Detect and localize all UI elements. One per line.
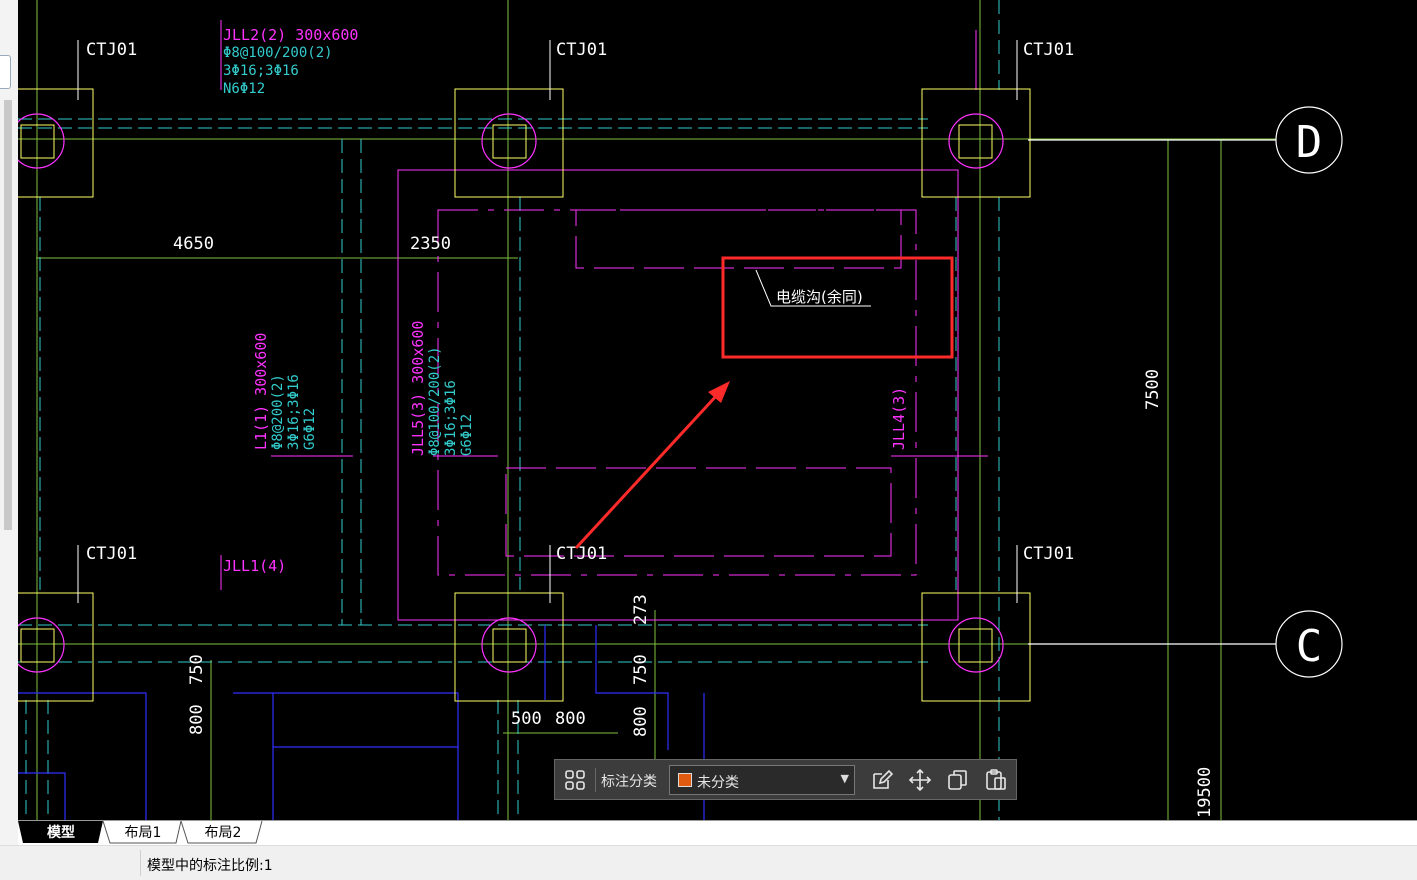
panel-collapse-handle[interactable] — [0, 55, 11, 89]
column-label: CTJ01 — [1023, 544, 1074, 564]
beam-note-jll5-stirrup: Φ8@100/200(2) — [427, 346, 443, 456]
copy-icon[interactable] — [944, 766, 972, 794]
left-panel-edge — [0, 0, 19, 845]
axis-label-c: C — [1296, 621, 1323, 672]
beam-note-l1: L1(1) 300x600 — [252, 333, 270, 450]
column-label: CTJ01 — [556, 544, 607, 564]
column-label: CTJ01 — [86, 544, 137, 564]
status-bar: 模型中的标注比例:1 — [0, 845, 1417, 880]
dimension-text: 2350 — [410, 234, 451, 254]
dimension-text: 19500 — [1195, 767, 1215, 818]
dimension-text: 7500 — [1143, 369, 1163, 410]
status-divider — [140, 850, 141, 876]
grid-icon[interactable] — [561, 766, 589, 794]
beam-note-jll2-side: N6Φ12 — [223, 81, 265, 97]
paste-icon[interactable] — [982, 766, 1010, 794]
beam-note-jll1: JLL1(4) — [223, 557, 286, 575]
beam-note-l1-rebar: 3Φ16;3Φ16 — [286, 374, 302, 450]
column-label: CTJ01 — [1023, 40, 1074, 60]
edit-icon[interactable] — [868, 766, 896, 794]
beam-note-jll2-rebar: 3Φ16;3Φ16 — [223, 63, 299, 79]
vertical-scrollbar[interactable] — [4, 100, 12, 530]
dimension-text: 4650 — [173, 234, 214, 254]
beam-note-l1-stirrup: Φ8@200(2) — [270, 374, 286, 450]
beam-note-l1-side: G6Φ12 — [302, 408, 318, 450]
dimension-text: 800 — [187, 704, 207, 735]
tab-layout1[interactable]: 布局1 — [110, 823, 176, 843]
beam-note-jll5: JLL5(3) 300x600 — [409, 321, 427, 456]
highlight-arrow-shaft — [574, 392, 720, 550]
dimension-text: 273 — [631, 594, 651, 625]
cable-trench-label: 电缆沟(余同) — [776, 288, 863, 306]
category-select[interactable]: 未分类 ▼ — [669, 765, 855, 795]
category-value: 未分类 — [697, 775, 739, 791]
magenta-beams — [220, 20, 988, 621]
dimension-text: 800 — [555, 709, 586, 729]
dimension-text: 500 — [511, 709, 542, 729]
cable-trench-note: 电缆沟(余同) — [755, 269, 871, 307]
beam-note-jll5-rebar: 3Φ16;3Φ16 — [443, 380, 459, 456]
dimension-text: 750 — [631, 654, 651, 685]
column-label: CTJ01 — [556, 40, 607, 60]
beam-note-jll4: JLL4(3) — [890, 387, 908, 450]
tab-model[interactable]: 模型 — [26, 823, 96, 843]
annotation-scale-text: 模型中的标注比例:1 — [147, 858, 273, 874]
column-label: CTJ01 — [86, 40, 137, 60]
beam-note-jll5-side: G6Φ12 — [459, 414, 475, 456]
tab-layout2[interactable]: 布局2 — [190, 823, 256, 843]
annotation-toolbar: 标注分类 未分类 ▼ — [554, 759, 1017, 800]
axis-label-d: D — [1296, 117, 1323, 168]
axis-lines — [18, 0, 1276, 820]
category-color-swatch — [678, 773, 692, 787]
chevron-down-icon: ▼ — [840, 772, 849, 785]
category-label: 标注分类 — [601, 774, 657, 790]
cad-drawing-canvas[interactable]: D C CTJ01 CTJ01 CTJ01 CTJ01 CTJ01 CTJ01 … — [18, 0, 1417, 820]
toolbar-divider — [595, 768, 596, 792]
dimension-text: 800 — [631, 706, 651, 737]
move-icon[interactable] — [906, 766, 934, 794]
axis-bubbles — [1028, 106, 1343, 678]
layout-tabs: 模型 布局1 布局2 — [18, 820, 1417, 846]
beam-note-jll2: JLL2(2) 300x600 — [223, 26, 358, 44]
dimension-text: 750 — [187, 654, 207, 685]
beam-note-jll2-stirrup: Φ8@100/200(2) — [223, 45, 333, 61]
